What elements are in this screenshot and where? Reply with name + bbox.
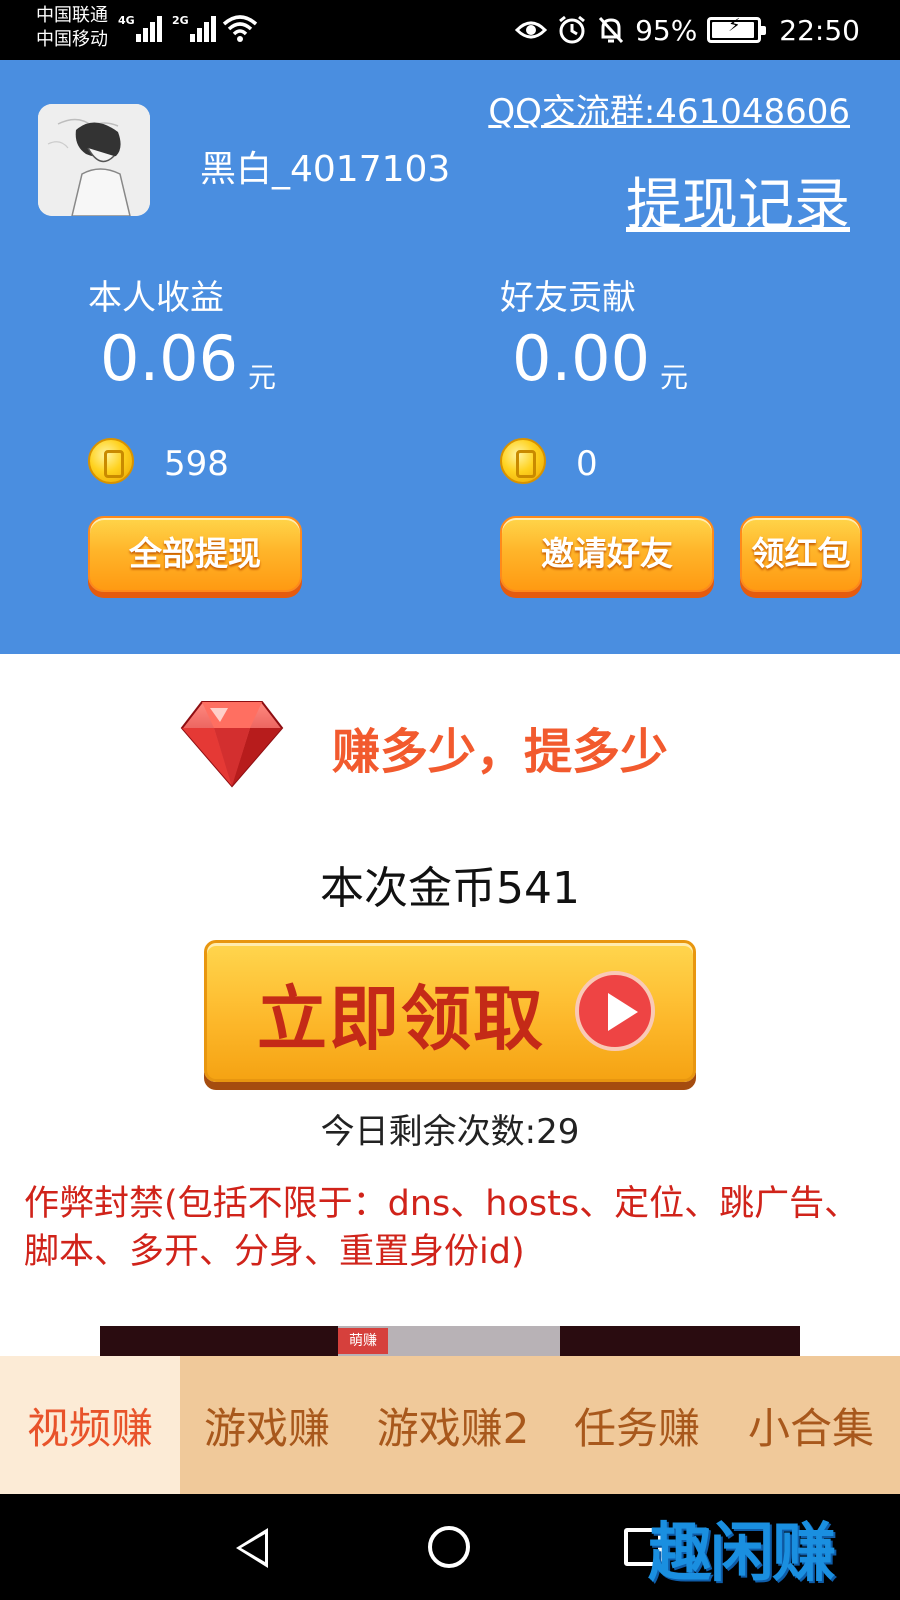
status-bar: 中国联通 中国移动 4G 2G 95% ⚡ 22:50 [0,0,900,60]
tab-mini-collection[interactable]: 小合集 [722,1356,900,1494]
eye-icon [515,21,548,39]
carrier-names: 中国联通 中国移动 [36,4,108,52]
claim-now-label: 立即领取 [257,978,545,1060]
battery-icon: ⚡ [707,15,767,43]
account-header: 黑白_4017103 QQ交流群:461048606 提现记录 本人收益 0.0… [0,60,900,654]
carrier-2: 中国移动 [36,29,108,50]
carrier-1: 中国联通 [36,5,108,26]
remaining-today: 今日剩余次数:29 [320,1112,580,1152]
withdraw-all-button[interactable]: 全部提现 [88,516,302,592]
status-icons: 95% ⚡ 22:50 [515,10,860,50]
red-packet-button[interactable]: 领红包 [740,516,862,592]
watermark-logo: 趣闲赚 [648,1517,836,1591]
friend-contribution-amount: 0.00 [512,322,651,395]
my-earnings-label: 本人收益 [88,278,224,318]
coin-icon [500,438,546,484]
invite-friends-button[interactable]: 邀请好友 [500,516,714,592]
mute-bell-icon [598,16,624,44]
ruby-icon [180,701,284,788]
tab-task-earn[interactable]: 任务赚 [552,1356,722,1494]
claim-now-button[interactable]: 立即领取 [204,940,696,1082]
wifi-icon [222,15,258,42]
slogan-text: 赚多少，提多少 [332,724,669,780]
tab-game-earn[interactable]: 游戏赚 [180,1356,354,1494]
my-earnings-amount: 0.06 [100,322,239,395]
bottom-tab-bar: 视频赚 游戏赚 游戏赚2 任务赚 小合集 [0,1356,900,1494]
alarm-icon [559,15,585,44]
ad-banner[interactable]: 萌赚 [100,1326,800,1356]
friend-coin-count: 0 [576,444,598,484]
tab-video-earn[interactable]: 视频赚 [0,1356,180,1494]
signal-icon [130,14,164,42]
cheating-warning: 作弊封禁(包括不限于：dns、hosts、定位、跳广告、脚本、多开、分身、重置身… [24,1184,860,1272]
clock: 22:50 [779,13,860,47]
friend-contribution-unit: 元 [660,361,689,394]
coins-this-time: 本次金币541 [320,863,580,914]
tab-game-earn-2[interactable]: 游戏赚2 [354,1356,552,1494]
play-icon [575,971,655,1051]
signal-icon-2 [184,14,218,42]
charging-icon: ⚡ [727,15,741,36]
my-earnings-unit: 元 [248,361,277,394]
coin-icon [88,438,134,484]
friend-contribution-label: 好友贡献 [500,278,636,318]
battery-percent: 95% [635,13,698,47]
ad-logo: 萌赚 [338,1328,388,1354]
home-icon[interactable] [428,1526,470,1568]
back-icon[interactable] [236,1528,268,1568]
system-nav-bar: 趣闲赚 [0,1494,900,1600]
my-coin-count: 598 [164,444,229,484]
